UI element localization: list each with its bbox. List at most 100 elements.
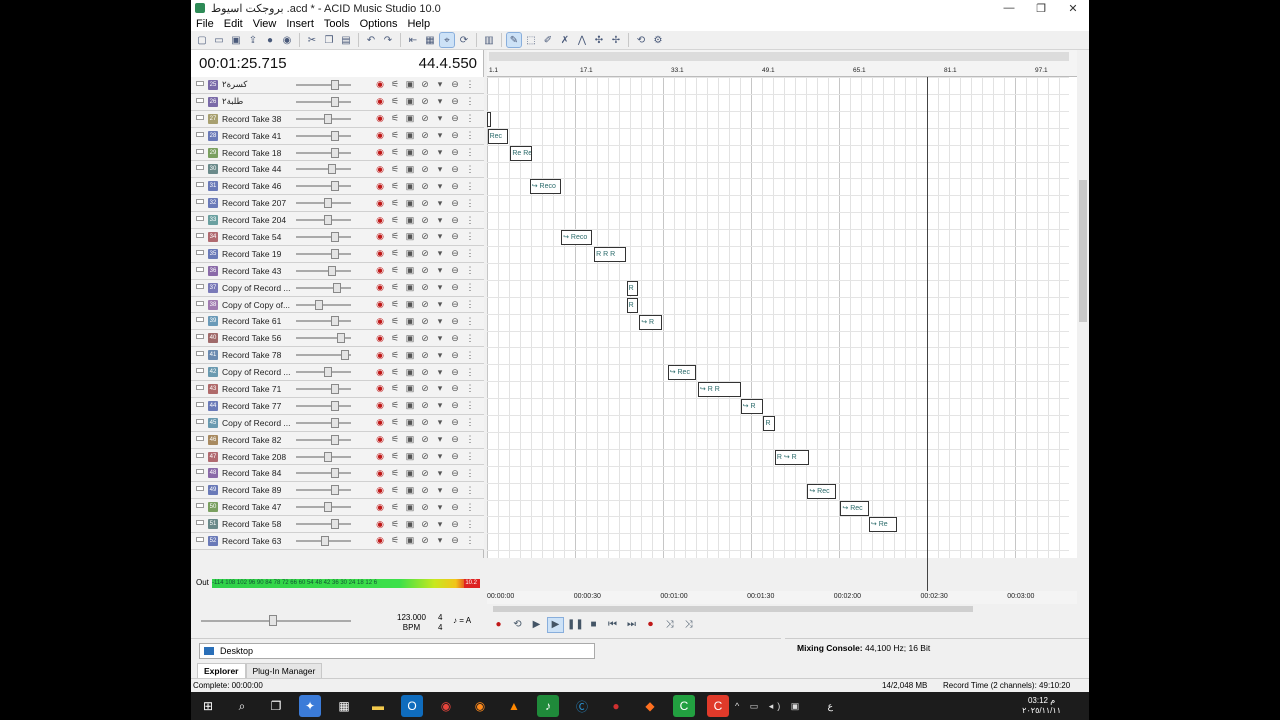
track-name[interactable]: Record Take 89: [222, 485, 292, 495]
track-minimize-icon[interactable]: [196, 385, 204, 391]
track-volume-slider[interactable]: [296, 451, 351, 463]
time-ruler[interactable]: 00:00:00 00:00:30 00:01:00 00:01:30 00:02:00…: [487, 591, 1077, 604]
time-signature[interactable]: 4 4: [438, 613, 442, 633]
track-volume-slider[interactable]: [296, 113, 351, 125]
fx-icon[interactable]: ⚟: [390, 383, 400, 394]
solo-icon[interactable]: ⊖: [450, 519, 460, 530]
track-volume-slider[interactable]: [296, 535, 351, 547]
track-row[interactable]: 35 Record Take 19 ◉ ⚟ ▣ ⊘ ▾ ⊖ ⋮: [191, 245, 484, 263]
mute-icon[interactable]: ⊘: [420, 333, 430, 344]
audio-clip[interactable]: ↪ R R: [697, 382, 741, 398]
vlc-icon[interactable]: ▲: [503, 695, 525, 717]
solo-icon[interactable]: ⊖: [450, 485, 460, 496]
track-name[interactable]: Copy of Copy of...: [222, 300, 292, 310]
track-name[interactable]: Record Take 208: [222, 452, 292, 462]
track-volume-slider[interactable]: [296, 434, 351, 446]
track-row[interactable]: 26 طلبة٢ ◉ ⚟ ▣ ⊘ ▾ ⊖ ⋮: [191, 93, 484, 111]
track-row[interactable]: 45 Copy of Record ... ◉ ⚟ ▣ ⊘ ▾ ⊖ ⋮: [191, 414, 484, 432]
fx-icon[interactable]: ⚟: [390, 96, 400, 107]
track-row[interactable]: 51 Record Take 58 ◉ ⚟ ▣ ⊘ ▾ ⊖ ⋮: [191, 516, 484, 534]
output-icon[interactable]: ▾: [435, 113, 445, 124]
track-row[interactable]: 47 Record Take 208 ◉ ⚟ ▣ ⊘ ▾ ⊖ ⋮: [191, 448, 484, 466]
fx-icon[interactable]: ⚟: [390, 417, 400, 428]
track-name[interactable]: Record Take 44: [222, 164, 292, 174]
output-icon[interactable]: ▾: [435, 147, 445, 158]
envelope-icon[interactable]: ▣: [405, 316, 415, 327]
track-volume-slider[interactable]: [296, 484, 351, 496]
solo-icon[interactable]: ⊖: [450, 231, 460, 242]
track-volume-slider[interactable]: [296, 400, 351, 412]
app-icon-red-c[interactable]: C: [707, 695, 729, 717]
mute-icon[interactable]: ⊘: [420, 164, 430, 175]
output-icon[interactable]: ▾: [435, 451, 445, 462]
arm-record-icon[interactable]: ◉: [375, 417, 385, 428]
track-minimize-icon[interactable]: [196, 182, 204, 188]
envelope-icon[interactable]: ▣: [405, 485, 415, 496]
output-icon[interactable]: ▾: [435, 468, 445, 479]
more-icon[interactable]: ⋮: [465, 181, 475, 192]
audio-clip[interactable]: R ↪ R: [774, 449, 810, 465]
track-name[interactable]: Copy of Record ...: [222, 283, 292, 293]
audio-clip[interactable]: ↪ Reco: [561, 230, 593, 246]
mute-icon[interactable]: ⊘: [420, 367, 430, 378]
more-icon[interactable]: ⋮: [465, 96, 475, 107]
track-row[interactable]: 40 Record Take 56 ◉ ⚟ ▣ ⊘ ▾ ⊖ ⋮: [191, 330, 484, 348]
arm-record-icon[interactable]: ◉: [375, 96, 385, 107]
arm-record-icon[interactable]: ◉: [375, 147, 385, 158]
more-icon[interactable]: ⋮: [465, 147, 475, 158]
solo-icon[interactable]: ⊖: [450, 248, 460, 259]
track-row[interactable]: 34 Record Take 54 ◉ ⚟ ▣ ⊘ ▾ ⊖ ⋮: [191, 229, 484, 246]
track-volume-slider[interactable]: [296, 79, 351, 91]
envelope-icon[interactable]: ▣: [405, 434, 415, 445]
acid-app-icon[interactable]: ♪: [537, 695, 559, 717]
output-icon[interactable]: ▾: [435, 79, 445, 90]
mute-icon[interactable]: ⊘: [420, 502, 430, 513]
more-icon[interactable]: ⋮: [465, 248, 475, 259]
vertical-scrollbar[interactable]: [1077, 50, 1089, 558]
track-minimize-icon[interactable]: [196, 148, 204, 154]
solo-icon[interactable]: ⊖: [450, 164, 460, 175]
metronome-button[interactable]: ⤨: [662, 618, 677, 632]
fx-icon[interactable]: ⚟: [390, 502, 400, 513]
track-name[interactable]: Record Take 38: [222, 114, 292, 124]
menu-help[interactable]: Help: [407, 18, 430, 30]
more-icon[interactable]: ⋮: [465, 417, 475, 428]
envelope-icon[interactable]: ▣: [405, 113, 415, 124]
track-minimize-icon[interactable]: [196, 418, 204, 424]
track-row[interactable]: 33 Record Take 204 ◉ ⚟ ▣ ⊘ ▾ ⊖ ⋮: [191, 212, 484, 230]
output-icon[interactable]: ▾: [435, 519, 445, 530]
track-name[interactable]: Record Take 41: [222, 131, 292, 141]
solo-icon[interactable]: ⊖: [450, 265, 460, 276]
envelope-icon[interactable]: ▣: [405, 198, 415, 209]
track-row[interactable]: 25 كسرة٢ ◉ ⚟ ▣ ⊘ ▾ ⊖ ⋮: [191, 77, 484, 94]
refresh-icon[interactable]: ⟲: [634, 33, 648, 47]
track-minimize-icon[interactable]: [196, 435, 204, 441]
envelope-icon[interactable]: ▣: [405, 502, 415, 513]
output-icon[interactable]: ▾: [435, 400, 445, 411]
more-icon[interactable]: ⋮: [465, 367, 475, 378]
arm-record-icon[interactable]: ◉: [375, 265, 385, 276]
audio-clip[interactable]: [487, 111, 491, 127]
fx-icon[interactable]: ⚟: [390, 434, 400, 445]
more-icon[interactable]: ⋮: [465, 383, 475, 394]
mute-icon[interactable]: ⊘: [420, 350, 430, 361]
more-icon[interactable]: ⋮: [465, 535, 475, 546]
track-row[interactable]: 49 Record Take 89 ◉ ⚟ ▣ ⊘ ▾ ⊖ ⋮: [191, 482, 484, 500]
menu-edit[interactable]: Edit: [224, 18, 243, 30]
mute-icon[interactable]: ⊘: [420, 181, 430, 192]
output-icon[interactable]: ▾: [435, 535, 445, 546]
new-file-icon[interactable]: ▢: [195, 33, 209, 47]
mute-icon[interactable]: ⊘: [420, 383, 430, 394]
mute-icon[interactable]: ⊘: [420, 248, 430, 259]
track-volume-slider[interactable]: [296, 467, 351, 479]
arm-record-icon[interactable]: ◉: [375, 248, 385, 259]
track-name[interactable]: Record Take 43: [222, 266, 292, 276]
track-row[interactable]: 31 Record Take 46 ◉ ⚟ ▣ ⊘ ▾ ⊖ ⋮: [191, 178, 484, 196]
solo-icon[interactable]: ⊖: [450, 215, 460, 226]
fx-icon[interactable]: ⚟: [390, 350, 400, 361]
track-name[interactable]: Record Take 207: [222, 198, 292, 208]
solo-icon[interactable]: ⊖: [450, 468, 460, 479]
maximize-button[interactable]: ❐: [1025, 2, 1057, 15]
explorer-path-field[interactable]: Desktop: [199, 643, 595, 659]
paste-icon[interactable]: ▤: [339, 33, 353, 47]
